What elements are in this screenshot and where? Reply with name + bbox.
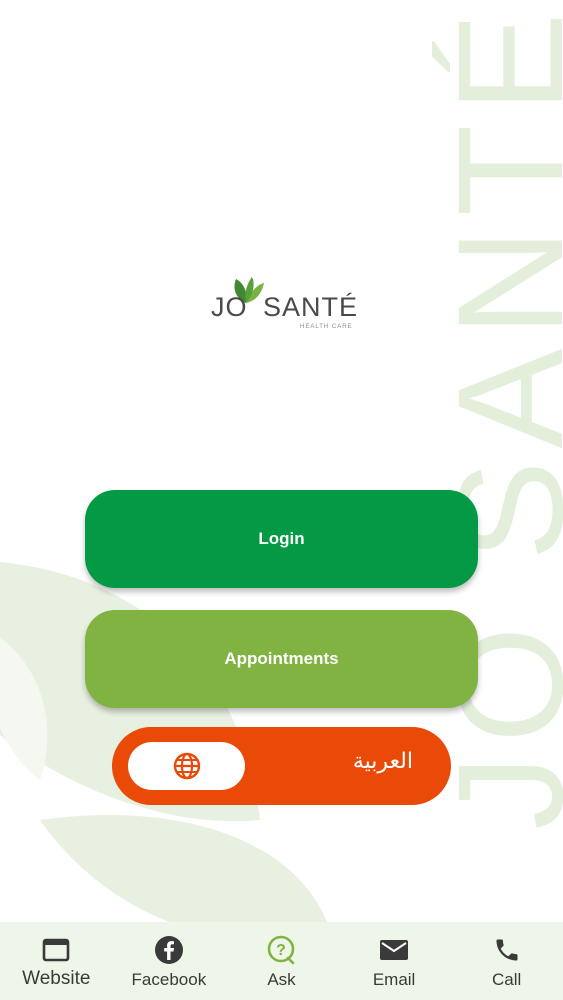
globe-icon bbox=[173, 752, 200, 780]
logo-brand-main: SANTÉ bbox=[263, 292, 359, 322]
tab-label: Ask bbox=[267, 970, 296, 989]
facebook-icon bbox=[154, 935, 184, 965]
login-button[interactable]: Login bbox=[85, 490, 478, 588]
svg-text:?: ? bbox=[277, 942, 287, 959]
tab-label: Call bbox=[492, 970, 522, 989]
brand-logo: JO SANTÉ HEALTH CARE bbox=[205, 275, 359, 335]
question-chat-icon: ? bbox=[266, 935, 296, 965]
watermark-leaf-shape bbox=[0, 637, 48, 780]
language-label: العربية bbox=[352, 749, 413, 774]
logo-brand-prefix: JO bbox=[211, 292, 248, 322]
language-toggle[interactable]: العربية bbox=[112, 727, 451, 805]
tab-call[interactable]: Call bbox=[450, 922, 563, 1000]
bottom-tab-bar: Website Facebook ? Ask Email Call bbox=[0, 922, 563, 1000]
tab-ask[interactable]: ? Ask bbox=[225, 922, 338, 1000]
phone-icon bbox=[492, 935, 522, 965]
tab-email[interactable]: Email bbox=[338, 922, 451, 1000]
envelope-icon bbox=[379, 935, 409, 965]
browser-window-icon bbox=[41, 935, 71, 965]
tab-website[interactable]: Website bbox=[0, 922, 113, 1000]
tab-facebook[interactable]: Facebook bbox=[113, 922, 226, 1000]
tab-label: Email bbox=[372, 970, 416, 989]
appointments-button[interactable]: Appointments bbox=[85, 610, 478, 708]
logo-tagline: HEALTH CARE bbox=[300, 324, 353, 330]
tab-label: Website bbox=[22, 968, 91, 989]
tab-label: Facebook bbox=[131, 970, 207, 989]
language-toggle-knob[interactable] bbox=[128, 742, 245, 790]
